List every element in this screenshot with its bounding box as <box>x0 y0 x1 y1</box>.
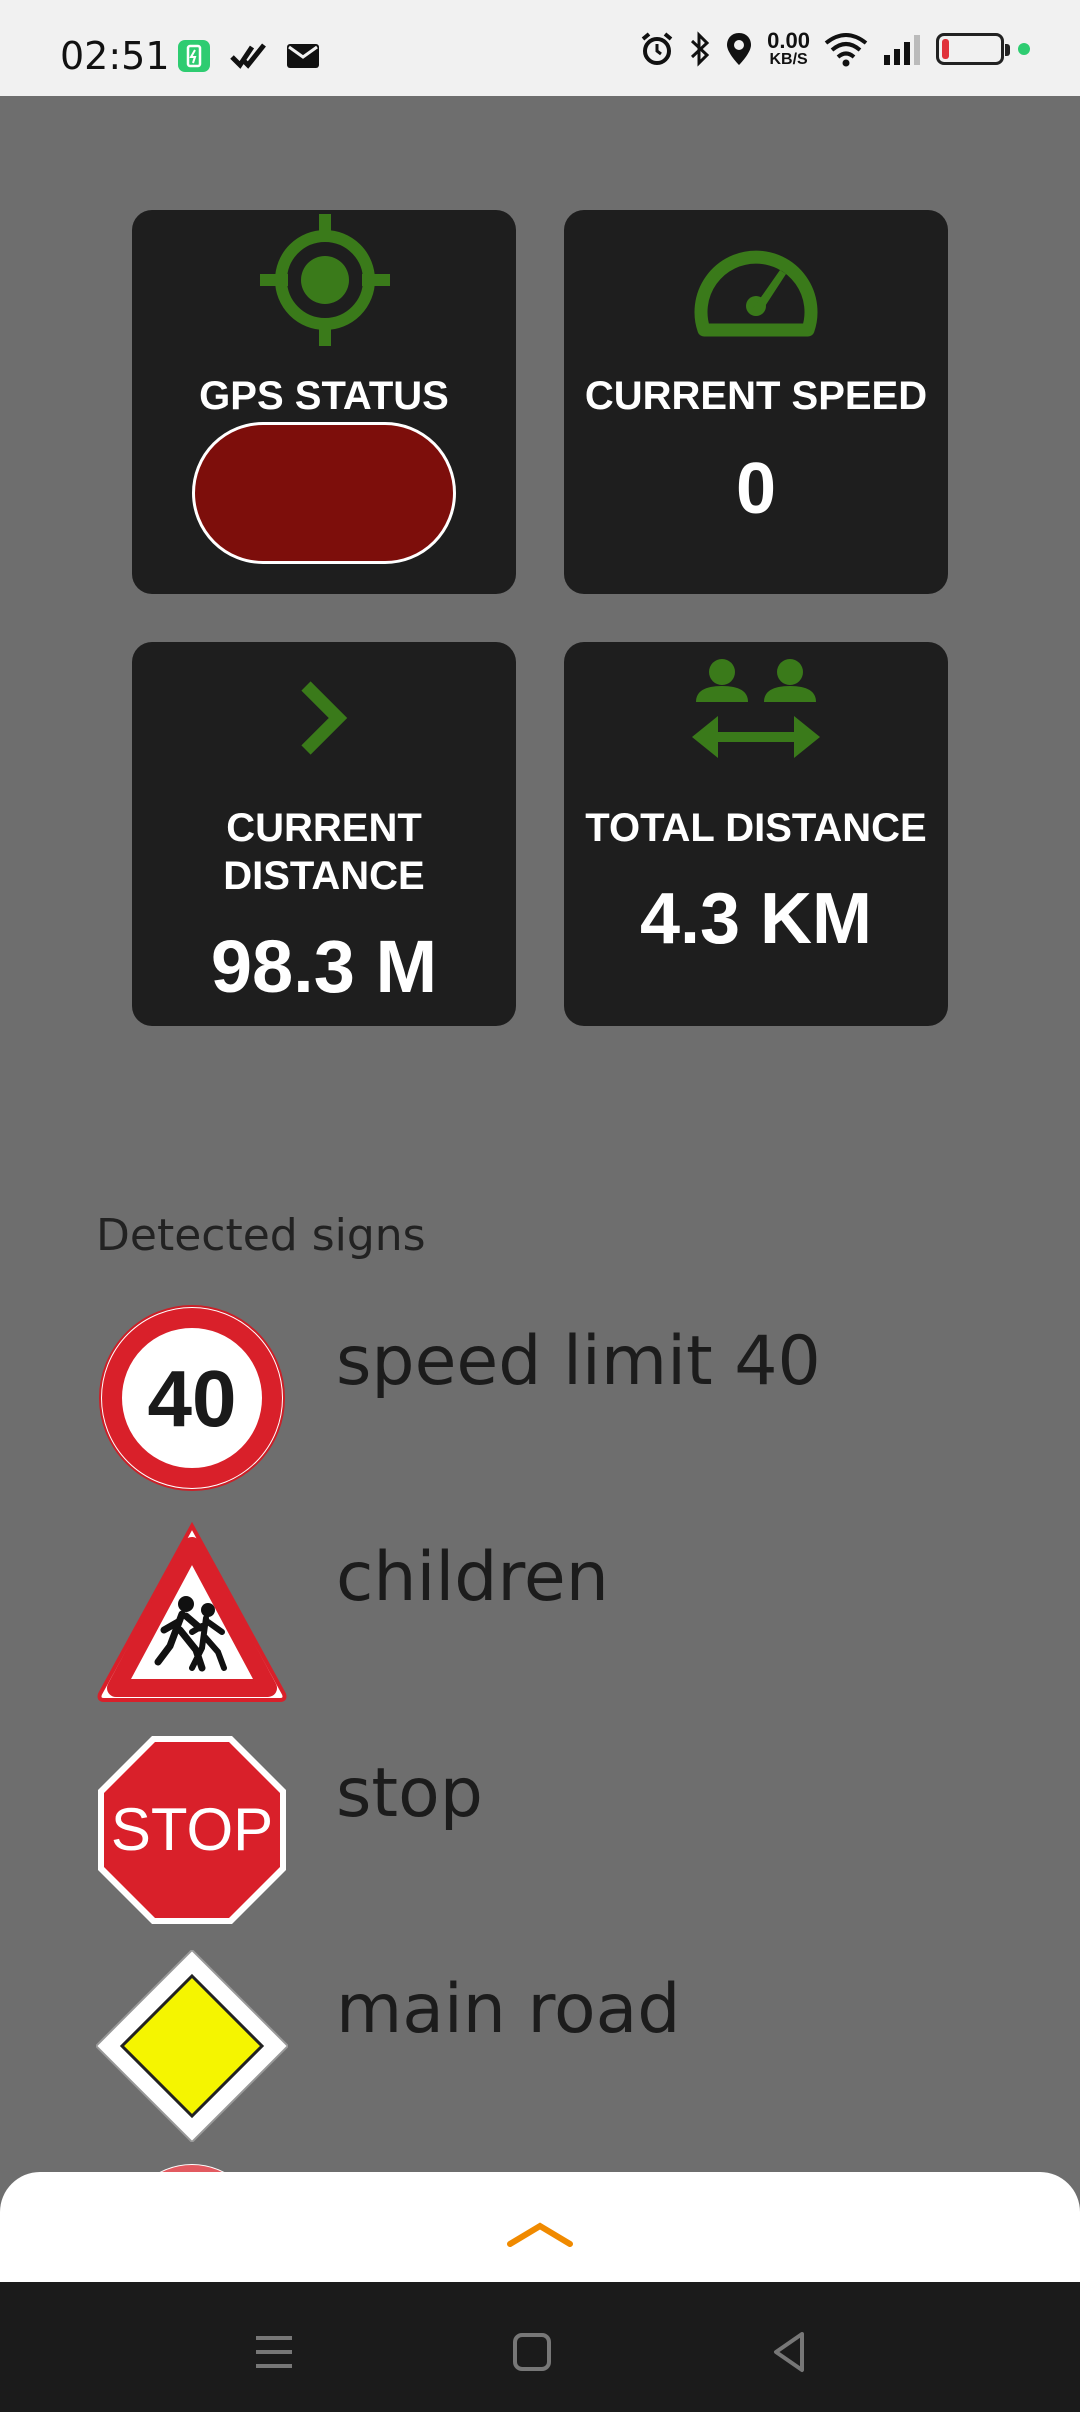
location-icon <box>727 33 752 65</box>
speed-limit-40-sign-icon: 40 <box>99 1305 285 1491</box>
detected-sign-label: main road <box>336 1970 681 2049</box>
bottom-sheet[interactable] <box>0 2172 1080 2282</box>
battery-saver-icon <box>178 40 210 72</box>
privacy-indicator-dot <box>1018 43 1030 55</box>
main-road-sign-icon <box>96 1950 288 2142</box>
detected-sign-item: main road <box>96 1950 996 2150</box>
gps-status-indicator <box>192 422 456 564</box>
chevron-up-icon[interactable] <box>504 2212 576 2252</box>
crosshair-icon <box>260 214 390 346</box>
back-icon[interactable] <box>760 2322 820 2382</box>
detected-sign-label: speed limit 40 <box>336 1322 821 1401</box>
current-distance-tile: CURRENT DISTANCE 98.3 M <box>132 642 516 1026</box>
network-speed-unit: KB/S <box>769 51 808 68</box>
current-distance-label-line2: DISTANCE <box>223 854 425 898</box>
sign-text-40: 40 <box>148 1354 237 1443</box>
alarm-icon <box>641 32 673 65</box>
detected-sign-label: children <box>336 1538 609 1617</box>
current-distance-label: CURRENT DISTANCE <box>132 804 516 900</box>
bluetooth-icon <box>691 31 710 67</box>
detected-sign-item: 40 speed limit 40 <box>96 1302 996 1502</box>
current-speed-tile: CURRENT SPEED 0 <box>564 210 948 594</box>
gps-status-tile: GPS STATUS <box>132 210 516 594</box>
current-speed-value: 0 <box>735 449 777 529</box>
clock: 02:51 <box>60 34 170 78</box>
system-icons: 0.00 KB/S <box>639 30 1030 68</box>
status-bar: 02:51 0.00 KB/S <box>0 0 1080 96</box>
wifi-icon <box>824 33 868 67</box>
navigation-bar <box>0 2282 1080 2412</box>
stop-sign-icon: STOP <box>98 1736 286 1924</box>
network-speed-value: 0.00 <box>767 28 810 53</box>
total-distance-tile: TOTAL DISTANCE 4.3 KM <box>564 642 948 1026</box>
home-icon[interactable] <box>502 2322 562 2382</box>
mail-icon <box>287 44 319 68</box>
total-distance-value: 4.3 KM <box>639 879 873 959</box>
detected-signs-title: Detected signs <box>96 1210 426 1261</box>
check-icon <box>230 43 266 69</box>
detected-sign-item: children <box>96 1518 996 1718</box>
battery-level <box>942 39 949 59</box>
total-distance-label: TOTAL DISTANCE <box>585 806 927 850</box>
current-distance-label-line1: CURRENT <box>226 806 422 850</box>
network-speed: 0.00 KB/S <box>767 30 810 68</box>
gps-status-label: GPS STATUS <box>199 374 449 418</box>
sign-text-stop: STOP <box>111 1796 273 1863</box>
children-sign-icon <box>97 1521 287 1702</box>
detected-sign-item: STOP stop <box>96 1734 996 1934</box>
notification-icons <box>176 38 320 74</box>
detected-sign-label: stop <box>336 1754 483 1833</box>
speedometer-icon <box>694 250 818 337</box>
menu-icon[interactable] <box>244 2322 304 2382</box>
current-distance-value: 98.3 M <box>210 925 438 1008</box>
people-distance-icon <box>692 659 820 758</box>
current-speed-label: CURRENT SPEED <box>584 374 928 418</box>
battery-icon <box>936 33 1010 65</box>
signal-icon <box>884 35 920 65</box>
chevron-right-icon <box>301 681 348 755</box>
